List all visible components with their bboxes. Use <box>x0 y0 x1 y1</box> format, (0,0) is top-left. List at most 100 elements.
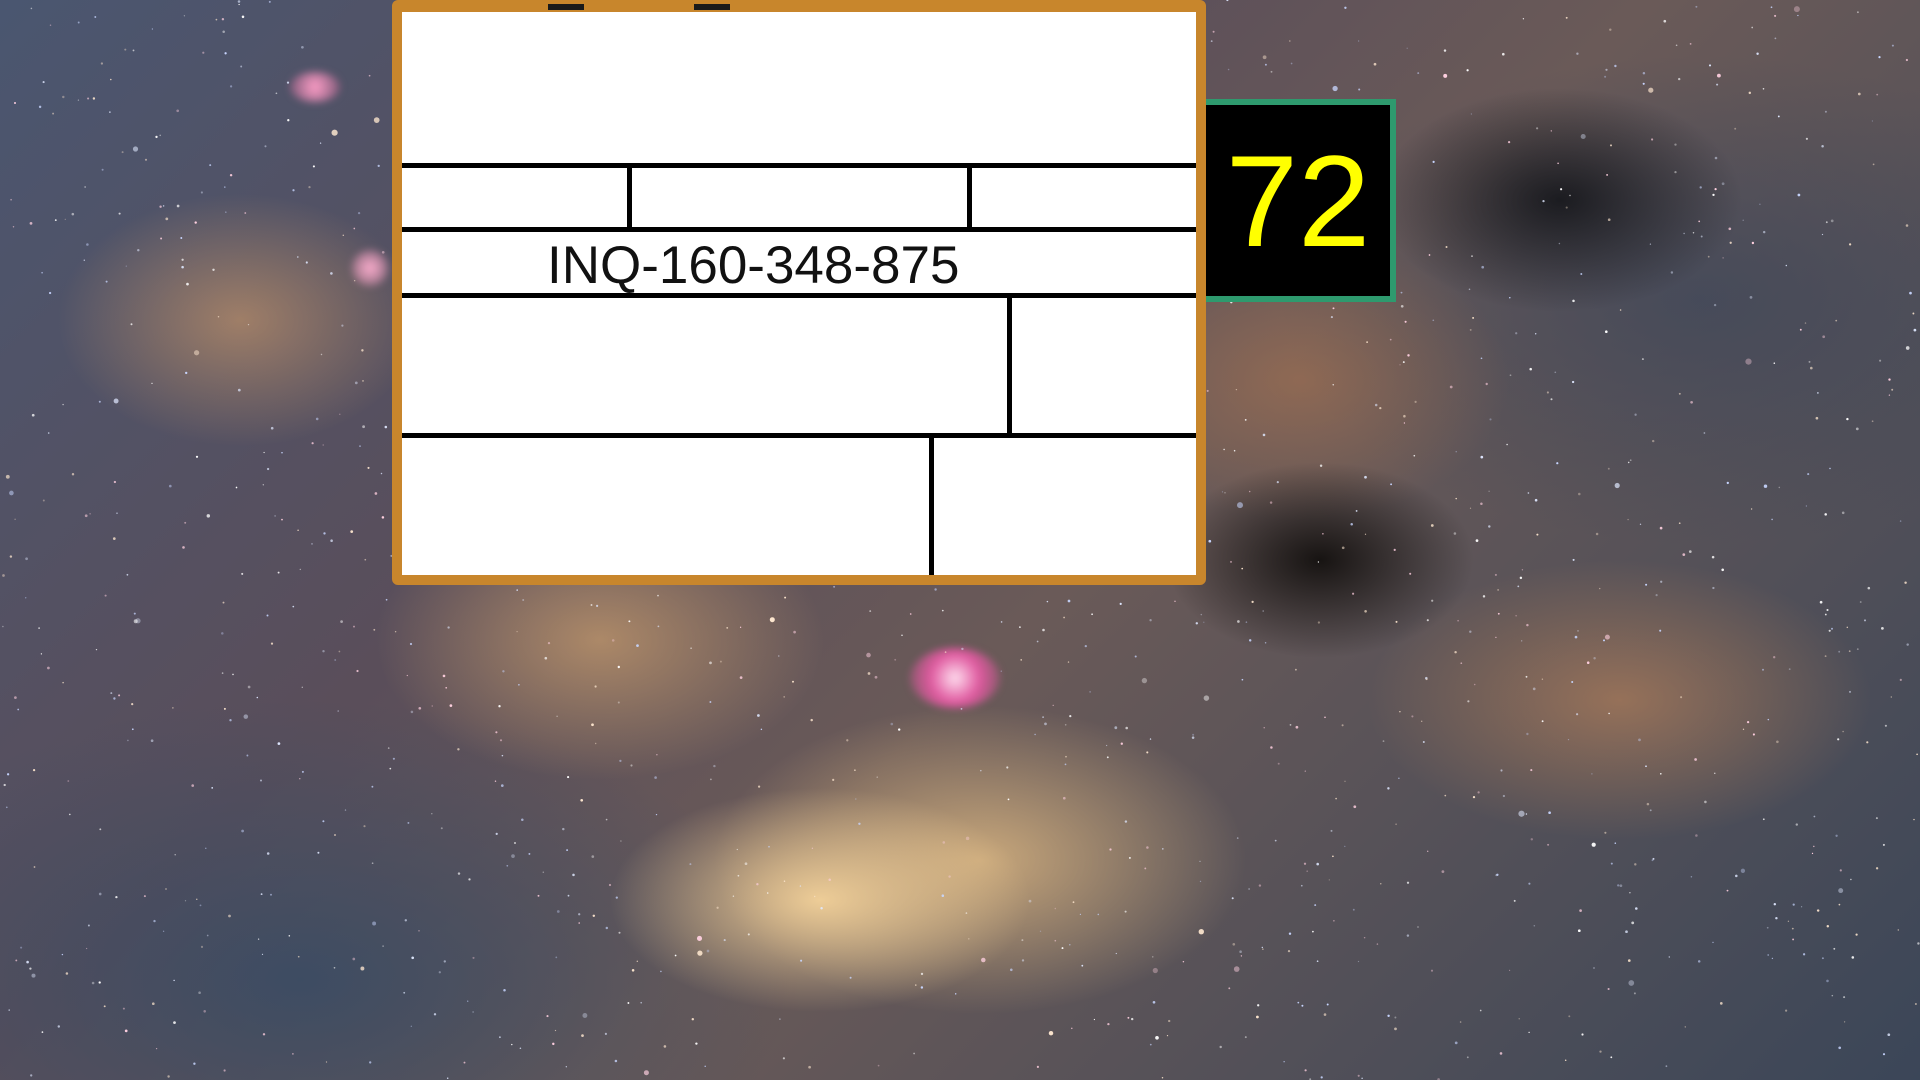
star <box>10 198 12 201</box>
star <box>1460 662 1463 665</box>
star <box>173 1021 176 1024</box>
star <box>1288 932 1292 935</box>
star <box>1891 44 1894 47</box>
star <box>1674 170 1677 174</box>
star <box>319 142 322 144</box>
star <box>403 991 406 994</box>
star <box>126 573 129 576</box>
star <box>1332 85 1338 92</box>
star <box>1770 6 1773 9</box>
star <box>1843 996 1846 999</box>
star <box>317 851 320 854</box>
star <box>1735 874 1738 878</box>
star <box>1572 558 1575 561</box>
star <box>1466 69 1469 72</box>
star <box>1651 138 1654 141</box>
star <box>1766 926 1769 929</box>
star <box>657 625 660 628</box>
star <box>411 956 415 960</box>
star <box>1480 455 1484 459</box>
star <box>212 268 215 271</box>
star <box>1807 473 1810 476</box>
star <box>1364 475 1367 479</box>
star <box>1231 897 1234 900</box>
star <box>1913 328 1917 332</box>
star <box>286 81 290 84</box>
star <box>1905 346 1910 350</box>
star <box>514 842 516 844</box>
star <box>1239 950 1242 953</box>
star <box>1751 241 1755 245</box>
star <box>1848 650 1851 653</box>
star <box>1426 619 1429 622</box>
star <box>32 768 36 772</box>
star <box>1168 1019 1171 1023</box>
star <box>1670 271 1674 274</box>
star <box>1020 659 1023 661</box>
star <box>1304 770 1306 772</box>
star <box>159 134 161 137</box>
star <box>739 676 743 679</box>
star <box>1773 362 1776 364</box>
star <box>84 186 86 188</box>
star <box>292 189 295 192</box>
star <box>1645 765 1647 768</box>
star <box>1395 620 1398 623</box>
star <box>913 1052 915 1055</box>
star <box>1109 848 1112 851</box>
star <box>372 921 377 926</box>
star <box>1817 909 1820 912</box>
star <box>181 265 184 269</box>
star <box>501 754 504 757</box>
star <box>1912 312 1915 315</box>
star <box>109 111 111 113</box>
star <box>1750 508 1753 510</box>
star <box>162 205 165 207</box>
star <box>920 986 924 989</box>
star <box>1000 670 1002 672</box>
star <box>1248 639 1252 642</box>
star <box>1141 677 1148 684</box>
star <box>494 780 497 782</box>
star <box>1497 589 1499 591</box>
star <box>1000 621 1003 623</box>
star <box>783 696 786 698</box>
star <box>690 647 692 650</box>
star <box>31 973 36 978</box>
star <box>1344 845 1346 848</box>
star <box>3 783 6 787</box>
star <box>1550 130 1553 132</box>
star <box>1848 243 1852 246</box>
star <box>308 185 311 189</box>
star <box>1678 522 1681 525</box>
star <box>1771 957 1774 960</box>
star <box>433 1013 437 1016</box>
star <box>1830 219 1834 223</box>
window-tab-handle[interactable] <box>548 4 584 10</box>
star <box>62 681 64 684</box>
star <box>1406 47 1408 49</box>
star <box>1742 219 1744 221</box>
star <box>1288 40 1291 42</box>
star <box>352 957 356 961</box>
star <box>866 652 871 658</box>
star <box>1863 619 1867 622</box>
star <box>1580 133 1586 140</box>
star <box>446 1077 449 1079</box>
star <box>1421 720 1423 722</box>
window-tab-handle[interactable] <box>694 4 730 10</box>
star <box>808 1065 811 1069</box>
star <box>1473 683 1476 686</box>
star <box>112 537 116 540</box>
star <box>695 1042 698 1045</box>
star <box>1659 526 1663 530</box>
star <box>1324 716 1326 719</box>
star <box>1403 414 1406 418</box>
star <box>1905 224 1909 227</box>
star <box>618 931 621 934</box>
star <box>385 598 388 601</box>
star <box>1084 644 1087 648</box>
star <box>1042 716 1044 718</box>
star <box>1454 650 1457 654</box>
star <box>546 1015 549 1018</box>
